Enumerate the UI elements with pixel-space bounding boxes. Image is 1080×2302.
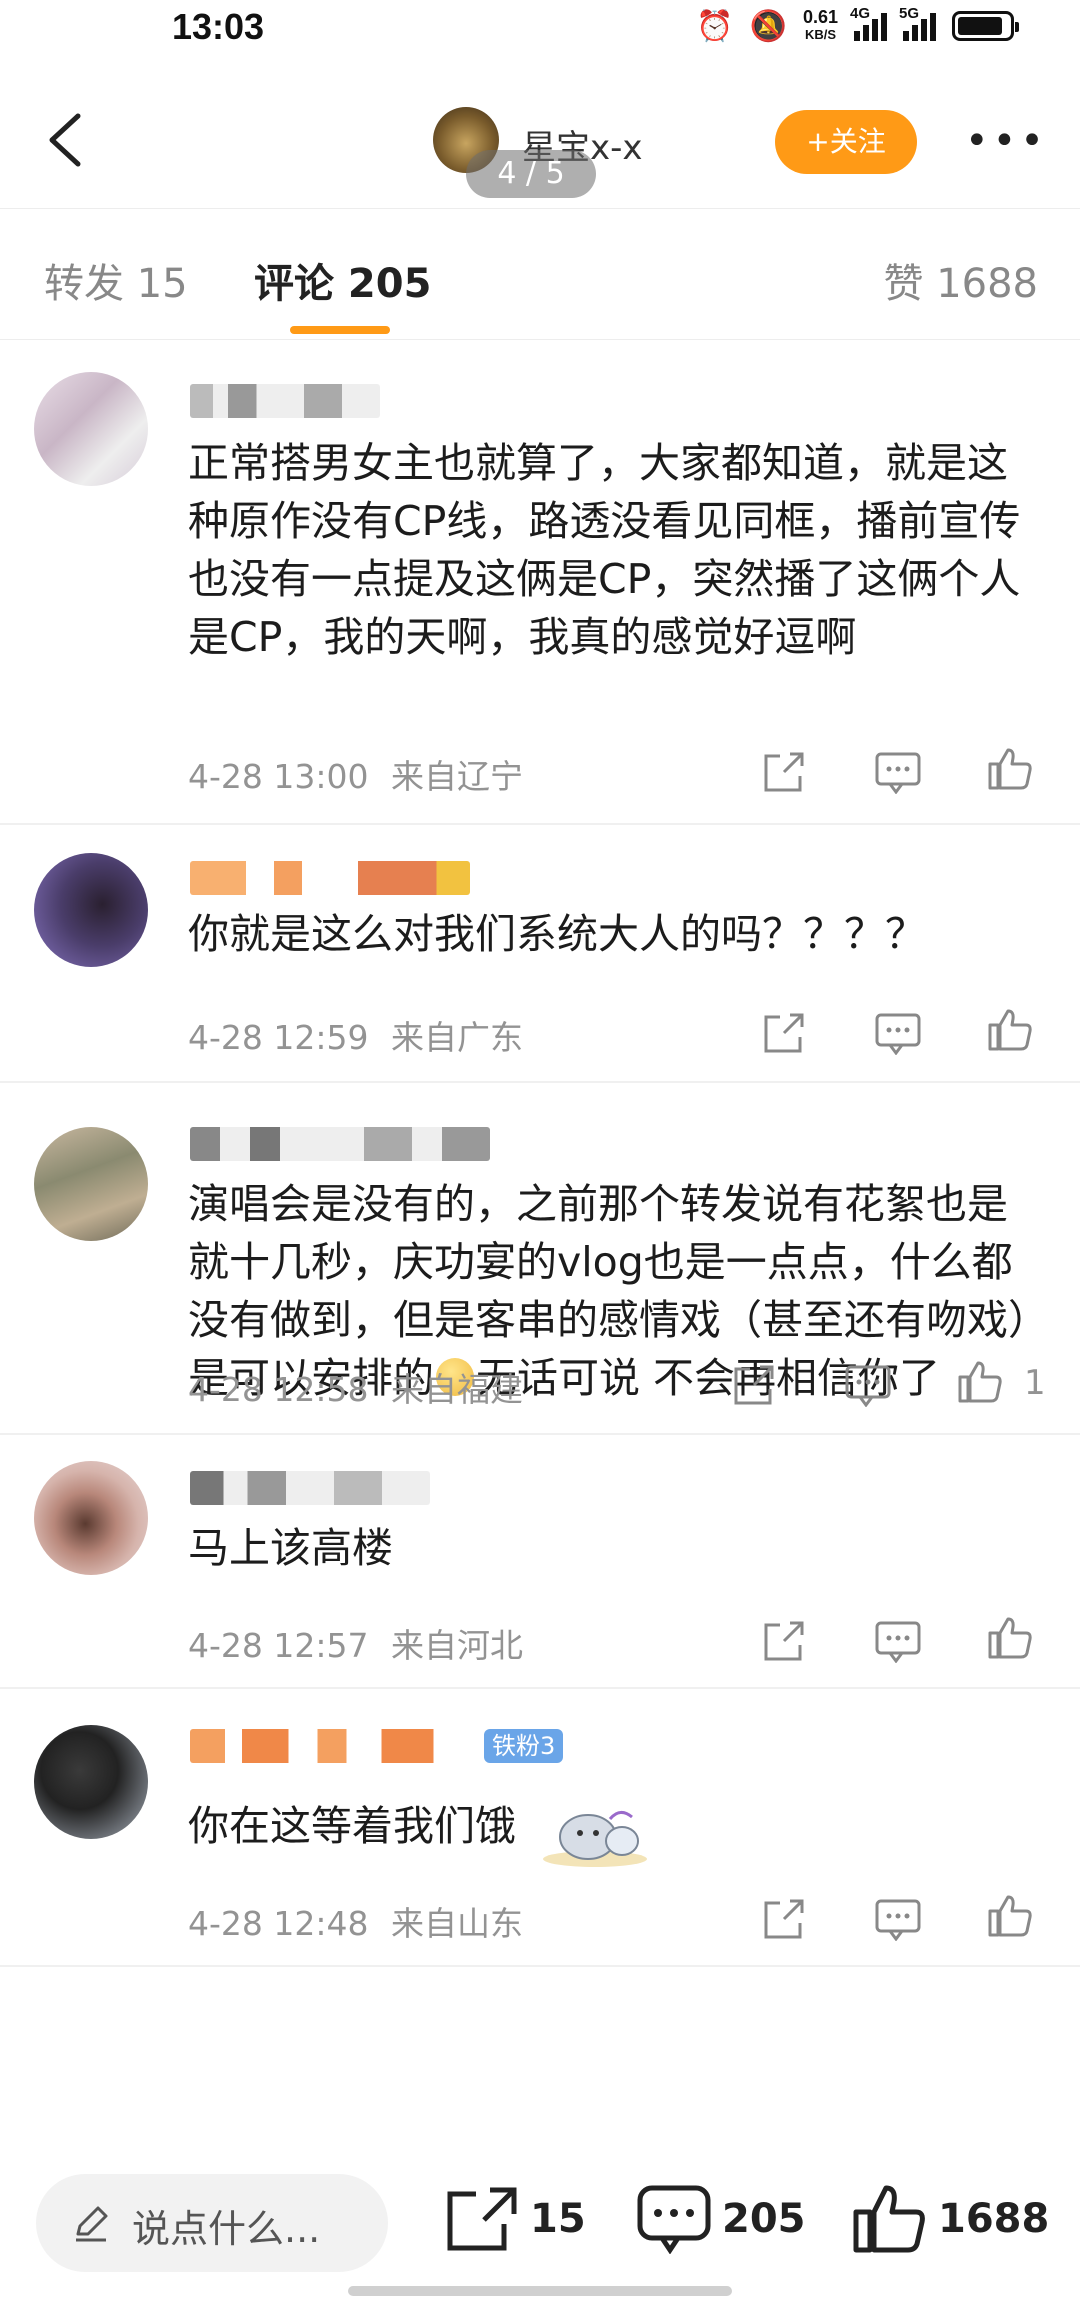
sim1-label: 4G: [850, 5, 871, 22]
like-count: 1688: [938, 2196, 1050, 2242]
reply-icon[interactable]: [874, 750, 922, 795]
reply-icon[interactable]: [874, 1619, 922, 1664]
status-bar: 13:03 ⏰ 🔕 0.61 KB/S 4G 5G: [0, 0, 1080, 62]
comment-meta: 4-28 12:48 来自山东: [188, 1897, 523, 1945]
like-icon[interactable]: [986, 746, 1034, 790]
repost-large-icon: [447, 2187, 517, 2251]
comment-location: 来自辽宁: [391, 757, 523, 796]
sticker-image: [540, 1789, 650, 1869]
tab-comments[interactable]: 评论 205: [254, 251, 431, 309]
avatar[interactable]: [34, 1725, 148, 1839]
like-icon[interactable]: [956, 1359, 1004, 1403]
fan-badge: 铁粉3: [484, 1729, 564, 1763]
reply-icon[interactable]: [874, 1011, 922, 1056]
more-dots-icon[interactable]: •••: [965, 121, 1048, 161]
net-speed-unit: KB/S: [804, 27, 836, 42]
comment-meta: 4-28 12:57 来自河北: [188, 1619, 523, 1667]
comment-item: 马上该高楼 4-28 12:57 来自河北: [0, 1435, 1080, 1689]
signal-4g-icon: 4G: [850, 5, 887, 41]
username-blurred[interactable]: [190, 384, 380, 418]
comment-item: 你就是这么对我们系统大人的吗？？？？ 4-28 12:59 来自广东: [0, 825, 1080, 1083]
username-blurred[interactable]: [190, 1127, 490, 1161]
active-tab-indicator: [290, 326, 390, 334]
repost-icon[interactable]: [760, 1897, 808, 1941]
username-blurred[interactable]: [190, 861, 470, 895]
comment-item: 铁粉3 你在这等着我们饿 4-28 12:48 来自山东: [0, 1689, 1080, 1967]
comment-time: 4-28 12:59: [188, 1018, 369, 1057]
comment-meta: 4-28 13:00 来自辽宁: [188, 750, 523, 798]
comment-time: 4-28 12:48: [188, 1904, 369, 1943]
network-speed: 0.61 KB/S: [803, 8, 838, 44]
mute-bell-icon: 🔕: [749, 9, 787, 43]
comment-time: 4-28 13:00: [188, 757, 369, 796]
like-count: 1: [1024, 1363, 1046, 1403]
comment-button[interactable]: 205: [636, 2184, 806, 2254]
tab-repost[interactable]: 转发 15: [44, 251, 188, 309]
comment-time: 4-28 12:57: [188, 1626, 369, 1665]
page-indicator: 4 / 5: [466, 150, 596, 198]
avatar[interactable]: [34, 853, 148, 967]
repost-icon[interactable]: [760, 1011, 808, 1055]
like-large-icon: [853, 2185, 925, 2253]
reply-icon[interactable]: [874, 1897, 922, 1942]
avatar[interactable]: [34, 372, 148, 486]
comment-item: 演唱会是没有的，之前那个转发说有花絮也是就十几秒，庆功宴的vlog也是一点点，什…: [0, 1083, 1080, 1435]
username-blurred[interactable]: [190, 1471, 430, 1505]
battery-icon: [952, 11, 1019, 41]
comment-input-placeholder: 说点什么...: [132, 2207, 321, 2251]
comment-large-icon: [637, 2185, 711, 2254]
comment-location: 来自河北: [391, 1626, 523, 1665]
status-icons: ⏰ 🔕 0.61 KB/S 4G 5G: [696, 5, 1019, 44]
comment-location: 来自福建: [391, 1370, 523, 1409]
comment-input[interactable]: 说点什么...: [36, 2174, 388, 2272]
bottom-action-bar: 说点什么... 15 205 1688: [0, 2158, 1080, 2302]
reply-icon[interactable]: [844, 1363, 892, 1408]
tab-likes[interactable]: 赞 1688: [883, 251, 1038, 309]
repost-count: 15: [530, 2196, 586, 2242]
status-time: 13:03: [172, 6, 265, 47]
alarm-icon: ⏰: [696, 9, 734, 43]
signal-5g-icon: 5G: [899, 5, 936, 41]
like-icon[interactable]: [986, 1007, 1034, 1051]
comment-item: 正常搭男女主也就算了，大家都知道，就是这种原作没有CP线，路透没看见同框，播前宣…: [0, 342, 1080, 825]
sim2-label: 5G: [899, 5, 920, 22]
repost-icon[interactable]: [760, 750, 808, 794]
like-icon[interactable]: [986, 1615, 1034, 1659]
comment-meta: 4-28 12:58 来自福建: [188, 1363, 523, 1411]
repost-icon[interactable]: [730, 1363, 778, 1407]
username-blurred[interactable]: [190, 1729, 480, 1763]
comment-location: 来自广东: [391, 1018, 523, 1057]
home-indicator[interactable]: [348, 2286, 732, 2296]
comment-location: 来自山东: [391, 1904, 523, 1943]
like-icon[interactable]: [986, 1893, 1034, 1937]
net-speed-value: 0.61: [802, 7, 838, 27]
back-arrow-icon[interactable]: [40, 110, 90, 170]
comment-count: 205: [722, 2196, 806, 2242]
repost-button[interactable]: 15: [444, 2184, 586, 2254]
follow-button[interactable]: +关注: [775, 110, 917, 174]
comment-time: 4-28 12:58: [188, 1370, 369, 1409]
avatar[interactable]: [34, 1461, 148, 1575]
comment-text: 正常搭男女主也就算了，大家都知道，就是这种原作没有CP线，路透没看见同框，播前宣…: [188, 439, 1021, 661]
tab-bar: 转发 15 评论 205 赞 1688: [0, 208, 1080, 340]
comment-text: 你就是这么对我们系统大人的吗？？？？: [188, 910, 926, 958]
pencil-icon: [76, 2206, 108, 2242]
like-button[interactable]: 1688: [852, 2184, 1049, 2254]
avatar[interactable]: [34, 1127, 148, 1241]
comment-list: 正常搭男女主也就算了，大家都知道，就是这种原作没有CP线，路透没看见同框，播前宣…: [0, 342, 1080, 1967]
repost-icon[interactable]: [760, 1619, 808, 1663]
comment-text: 马上该高楼: [188, 1524, 393, 1572]
comment-meta: 4-28 12:59 来自广东: [188, 1011, 523, 1059]
